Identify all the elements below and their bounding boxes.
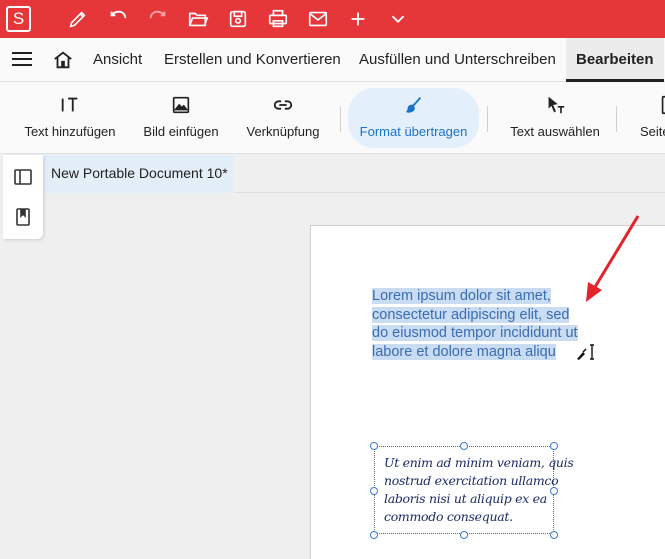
ribbon-separator [616,106,617,132]
text-line: commodo consequat. [384,509,513,524]
ribbon-separator [487,106,488,132]
select-text-label: Text auswählen [510,124,600,139]
resize-handle[interactable] [460,531,468,539]
save-icon[interactable] [226,8,250,30]
plus-icon[interactable] [346,8,370,30]
link-label: Verknüpfung [246,124,320,139]
link-button[interactable]: Verknüpfung [240,88,326,148]
text-line: consectetur adipiscing elit, sed [372,306,570,323]
mail-icon[interactable] [306,8,330,30]
tab-strip [234,155,665,193]
sidebar-toggle-icon[interactable] [13,167,33,187]
format-painter-icon [405,97,421,113]
undo-icon[interactable] [106,8,130,30]
insert-image-button[interactable]: Bild einfügen [137,88,225,148]
bookmark-icon[interactable] [13,207,33,227]
add-text-icon [61,97,78,112]
pen-icon[interactable] [66,8,90,30]
select-text-icon [548,96,565,114]
page-label: Seite [640,124,665,139]
resize-handle[interactable] [370,487,378,495]
app-logo: S [6,6,31,32]
redo-icon[interactable] [146,8,170,30]
document-tab-title: New Portable Document 10* [51,165,228,181]
resize-handle[interactable] [550,531,558,539]
resize-handle[interactable] [550,487,558,495]
text-line: laboris nisi ut aliquip ex ea [384,491,547,506]
page-button[interactable]: Seite [632,88,665,148]
text-line: labore et dolore magna aliqu [372,343,556,360]
hamburger-menu-icon[interactable] [12,51,32,67]
link-icon [273,100,293,110]
annotation-arrow-icon [586,215,640,302]
open-folder-icon[interactable] [186,8,210,30]
resize-handle[interactable] [550,442,558,450]
side-panel [3,155,43,239]
print-icon[interactable] [266,8,290,30]
select-text-button[interactable]: Text auswählen [500,88,610,148]
menu-erstellen-konvertieren[interactable]: Erstellen und Konvertieren [164,38,341,82]
insert-image-label: Bild einfügen [143,124,219,139]
image-icon [172,96,190,114]
format-painter-button[interactable]: Format übertragen [348,88,479,148]
document-tab[interactable]: New Portable Document 10* [44,155,234,193]
selected-text-block[interactable]: Lorem ipsum dolor sit amet, consectetur … [372,287,604,361]
menu-ansicht[interactable]: Ansicht [93,38,142,82]
resize-handle[interactable] [370,531,378,539]
resize-handle[interactable] [460,442,468,450]
ribbon-separator [340,106,341,132]
menu-ausfuellen-unterschreiben[interactable]: Ausfüllen und Unterschreiben [359,38,556,82]
text-line: do eiusmod tempor incididunt ut [372,325,578,341]
resize-handle[interactable] [370,442,378,450]
page-icon [661,95,665,115]
format-painter-cursor-icon [577,344,594,360]
menu-bar: Ansicht Erstellen und Konvertieren Ausfü… [0,38,665,82]
text-line: Ut enim ad minim veniam, quis [384,455,574,470]
home-icon[interactable] [52,49,74,71]
format-painter-label: Format übertragen [359,124,468,139]
text-line: nostrud exercitation ullamco [384,473,559,488]
add-text-label: Text hinzufügen [24,124,116,139]
chevron-down-icon[interactable] [386,8,410,30]
ribbon-toolbar: Text hinzufügen Bild einfügen Verknüpfun… [0,82,665,154]
text-line: Lorem ipsum dolor sit amet, [372,288,551,304]
handwriting-text: Ut enim ad minim veniam, quis nostrud ex… [384,454,574,526]
add-text-button[interactable]: Text hinzufügen [18,88,122,148]
menu-bearbeiten[interactable]: Bearbeiten [566,38,664,82]
title-bar: S [0,0,665,38]
